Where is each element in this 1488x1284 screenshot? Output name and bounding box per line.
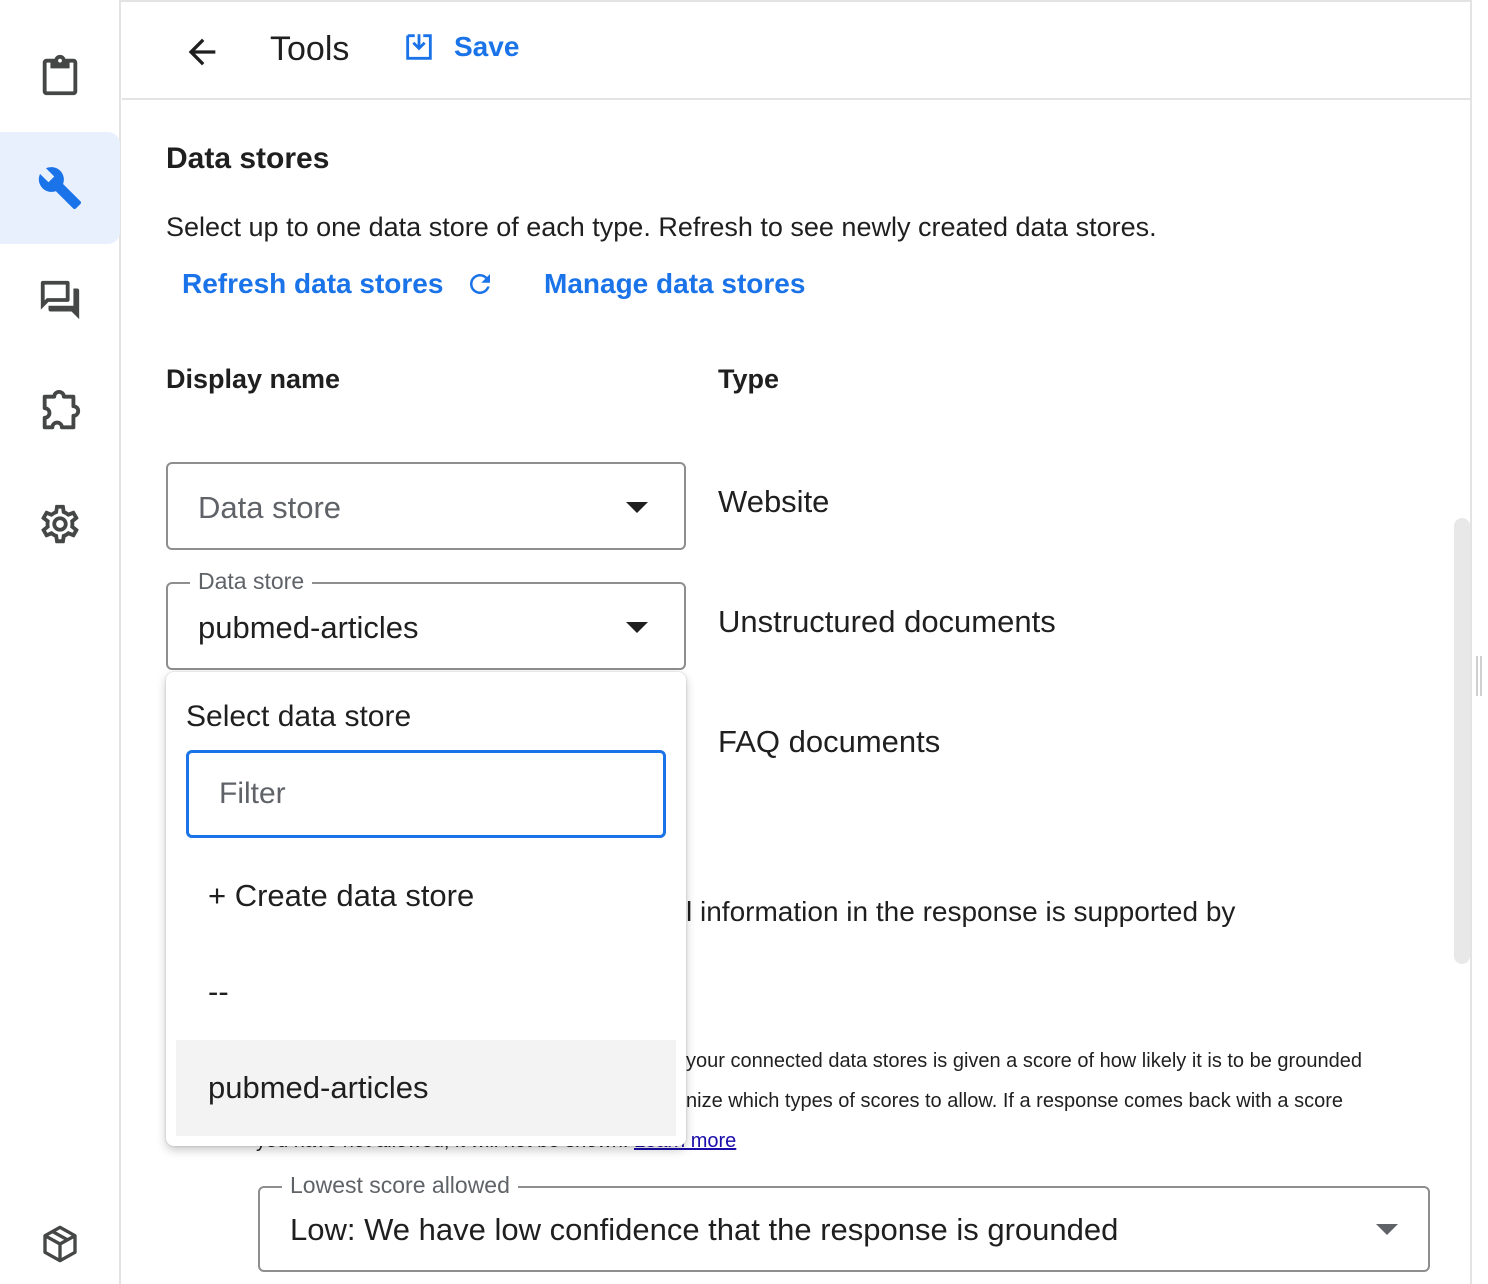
dropdown-option-pubmed-articles[interactable]: pubmed-articles — [176, 1040, 676, 1136]
section-title: Data stores — [166, 142, 330, 175]
refresh-icon — [470, 274, 491, 294]
score-value: Low: We have low confidence that the res… — [290, 1212, 1119, 1247]
type-label-unstructured: Unstructured documents — [718, 604, 1056, 639]
manage-data-stores-button[interactable]: Manage data stores — [544, 268, 805, 300]
select-placeholder: Data store — [198, 490, 342, 525]
dropdown-option-none[interactable]: -- — [176, 944, 676, 1040]
chevron-down-icon — [1376, 1224, 1398, 1235]
gear-icon — [41, 504, 79, 544]
filter-input[interactable] — [189, 753, 663, 835]
wrench-icon — [38, 167, 82, 210]
rail-item-clipboard[interactable] — [0, 20, 120, 132]
panel-resize-handle[interactable] — [1476, 656, 1482, 696]
rail-item-conversations[interactable] — [0, 244, 120, 356]
rail-item-extensions[interactable] — [0, 356, 120, 468]
section-description: Select up to one data store of each type… — [166, 212, 1157, 242]
clipboard-icon — [42, 54, 78, 96]
lowest-score-select[interactable]: Lowest score allowed Low: We have low co… — [258, 1172, 1430, 1272]
rail-item-settings[interactable] — [0, 468, 120, 580]
save-icon — [406, 34, 432, 60]
rail-item-package[interactable] — [0, 1188, 120, 1284]
type-label-faq: FAQ documents — [718, 724, 941, 759]
grounding-description: l information in the response is support… — [686, 896, 1236, 927]
filter-field — [186, 750, 666, 838]
left-nav-rail — [0, 0, 121, 1284]
package-icon — [43, 1225, 77, 1263]
column-header-type: Type — [718, 364, 780, 394]
data-store-dropdown-panel: Select data store + Create data store --… — [166, 672, 686, 1146]
data-store-select-unstructured[interactable]: Data store pubmed-articles — [166, 568, 686, 670]
refresh-label: Refresh data stores — [182, 268, 444, 299]
page-header: Tools Save — [122, 4, 1472, 100]
refresh-data-stores-button[interactable]: Refresh data stores — [182, 268, 495, 300]
manage-label: Manage data stores — [544, 268, 806, 299]
chevron-down-icon — [626, 622, 648, 633]
column-header-display-name: Display name — [166, 364, 341, 394]
select-floating-label: Data store — [190, 568, 313, 595]
select-value: pubmed-articles — [198, 610, 419, 645]
dropdown-option-create[interactable]: + Create data store — [176, 848, 676, 944]
grounding-detail-line1: your connected data stores is given a sc… — [686, 1050, 1362, 1072]
forum-icon — [40, 280, 80, 320]
vertical-scrollbar[interactable] — [1454, 518, 1470, 964]
right-edge-border — [1470, 0, 1472, 1284]
save-button[interactable]: Save — [402, 30, 519, 64]
back-button[interactable] — [178, 28, 226, 76]
save-label: Save — [454, 31, 520, 62]
chevron-down-icon — [626, 502, 648, 513]
puzzle-icon — [42, 389, 81, 430]
data-store-select-website[interactable]: Data store — [166, 462, 686, 550]
grounding-detail-line2: nize which types of scores to allow. If … — [686, 1090, 1343, 1112]
page-title: Tools — [270, 30, 350, 68]
dropdown-title: Select data store — [186, 700, 412, 733]
rail-item-tools[interactable] — [0, 132, 120, 244]
score-floating-label: Lowest score allowed — [282, 1172, 518, 1199]
arrow-back-icon — [188, 38, 216, 66]
type-label-website: Website — [718, 484, 830, 519]
